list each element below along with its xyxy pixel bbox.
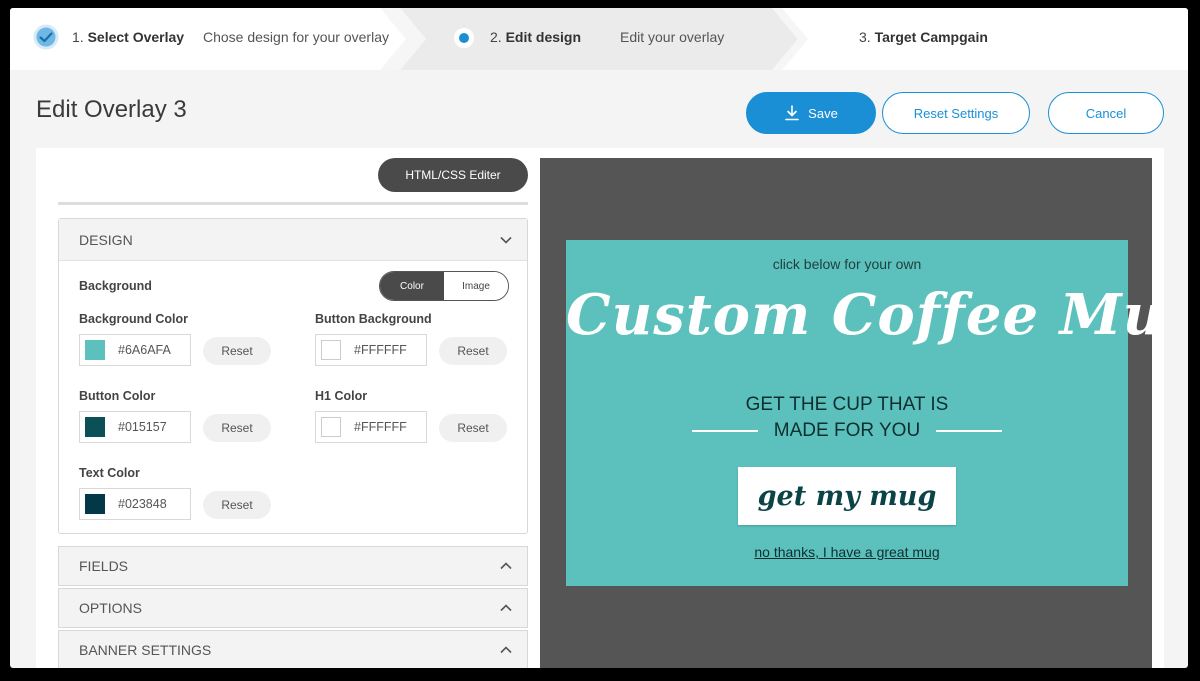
background-color-label: Background Color <box>79 312 189 326</box>
design-panel: DESIGN Background Color Image Background… <box>58 218 528 534</box>
text-color-label: Text Color <box>79 466 140 480</box>
divider <box>58 202 528 205</box>
background-color-input[interactable]: #6A6AFA <box>79 334 191 366</box>
overlay-subline-2: MADE FOR YOU <box>773 420 921 441</box>
button-color-value: #015157 <box>118 420 167 434</box>
overlay-decline-link[interactable]: no thanks, I have a great mug <box>566 544 1128 560</box>
save-label: Save <box>808 105 838 121</box>
wizard-stepper: 1. Select Overlay Chose design for your … <box>10 8 1188 70</box>
overlay-headline: Custom Coffee Mug <box>566 282 1164 348</box>
options-section-title: OPTIONS <box>79 600 143 616</box>
design-panel-title: DESIGN <box>79 231 133 248</box>
step-2-label[interactable]: 2. Edit design <box>490 29 581 45</box>
save-button[interactable]: Save <box>746 92 876 134</box>
overlay-preview: click below for your own Custom Coffee M… <box>540 158 1164 668</box>
step-1-number: 1. <box>72 29 84 45</box>
step-3-title: Target Campgain <box>874 29 988 45</box>
toggle-color-option[interactable]: Color <box>380 272 444 300</box>
step-1-label[interactable]: 1. Select Overlay <box>72 29 184 45</box>
banner-settings-section-header[interactable]: BANNER SETTINGS <box>58 630 528 668</box>
toggle-image-option[interactable]: Image <box>444 272 508 300</box>
h1-color-input[interactable]: #FFFFFF <box>315 411 427 443</box>
stepper-chevrons <box>33 8 808 70</box>
button-color-label: Button Color <box>79 389 156 403</box>
check-circle-icon <box>33 24 59 50</box>
step-2-number: 2. <box>490 29 502 45</box>
button-background-swatch[interactable] <box>321 340 341 360</box>
fields-section-title: FIELDS <box>79 558 129 574</box>
editor-content: HTML/CSS Editer DESIGN Background Color … <box>36 148 1164 668</box>
step-3-label[interactable]: 3. Target Campgain <box>859 29 988 45</box>
step-1-description: Chose design for your overlay <box>203 29 389 45</box>
step-3-number: 3. <box>859 29 871 45</box>
html-css-editor-button[interactable]: HTML/CSS Editer <box>378 158 528 192</box>
button-color-reset-button[interactable]: Reset <box>203 414 271 442</box>
overlay-banner: click below for your own Custom Coffee M… <box>566 240 1164 586</box>
chevron-up-icon <box>499 559 513 573</box>
active-dot-icon <box>454 28 474 48</box>
button-background-reset-button[interactable]: Reset <box>439 337 507 365</box>
button-color-input[interactable]: #015157 <box>79 411 191 443</box>
button-color-swatch[interactable] <box>85 417 105 437</box>
page-title: Edit Overlay 3 <box>36 96 187 123</box>
background-label: Background <box>79 279 152 293</box>
background-color-value: #6A6AFA <box>118 343 171 357</box>
chevron-up-icon <box>499 601 513 615</box>
h1-color-value: #FFFFFF <box>354 420 407 434</box>
step-2-description: Edit your overlay <box>620 29 725 45</box>
background-type-toggle[interactable]: Color Image <box>379 271 509 301</box>
overlay-small-text: click below for your own <box>772 256 922 272</box>
background-color-reset-button[interactable]: Reset <box>203 337 271 365</box>
button-background-label: Button Background <box>315 312 432 326</box>
overlay-cta-button[interactable]: get my mug <box>738 467 956 525</box>
chevron-down-icon <box>499 233 513 247</box>
step-1-title: Select Overlay <box>87 29 185 45</box>
cancel-button[interactable]: Cancel <box>1048 92 1164 134</box>
step-2-title: Edit design <box>505 29 582 45</box>
banner-settings-section-title: BANNER SETTINGS <box>79 642 212 658</box>
fields-section-header[interactable]: FIELDS <box>58 546 528 586</box>
button-background-input[interactable]: #FFFFFF <box>315 334 427 366</box>
h1-color-reset-button[interactable]: Reset <box>439 414 507 442</box>
app-window: 1. Select Overlay Chose design for your … <box>10 8 1188 668</box>
background-color-swatch[interactable] <box>85 340 105 360</box>
h1-color-swatch[interactable] <box>321 417 341 437</box>
text-color-reset-button[interactable]: Reset <box>203 491 271 519</box>
design-panel-header[interactable]: DESIGN <box>59 219 527 261</box>
reset-settings-button[interactable]: Reset Settings <box>882 92 1030 134</box>
h1-color-label: H1 Color <box>315 389 368 403</box>
overlay-subline-1: GET THE CUP THAT IS <box>745 394 949 415</box>
download-icon <box>785 105 799 121</box>
text-color-value: #023848 <box>118 497 167 511</box>
text-color-swatch[interactable] <box>85 494 105 514</box>
button-background-value: #FFFFFF <box>354 343 407 357</box>
text-color-input[interactable]: #023848 <box>79 488 191 520</box>
chevron-up-icon <box>499 643 513 657</box>
options-section-header[interactable]: OPTIONS <box>58 588 528 628</box>
